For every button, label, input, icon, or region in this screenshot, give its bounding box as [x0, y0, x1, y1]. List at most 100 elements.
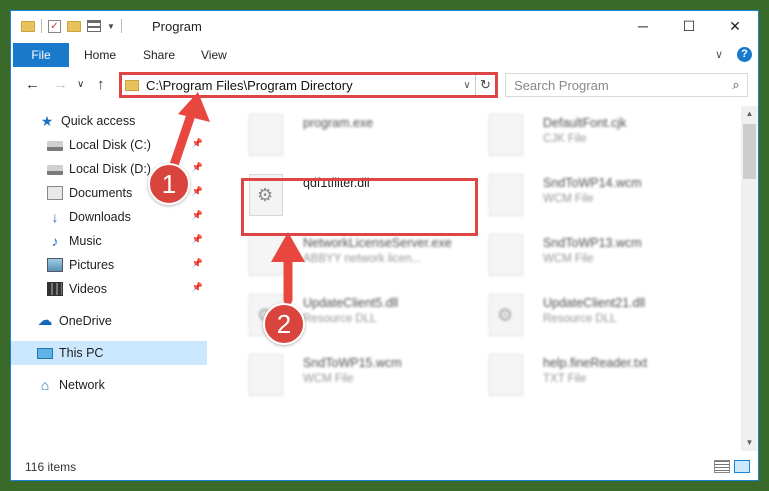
sidebar-item-label: This PC — [59, 346, 104, 360]
file-name: SndToWP14.wcm — [543, 176, 642, 190]
tab-view[interactable]: View — [201, 43, 227, 67]
pin-icon[interactable]: 📌 — [192, 186, 203, 197]
pin-icon[interactable]: 📌 — [192, 138, 203, 149]
sidebar-item-network[interactable]: ⌂ Network — [11, 373, 207, 397]
step-1-badge: 1 — [148, 163, 190, 205]
forward-button[interactable]: → — [53, 76, 68, 93]
sidebar-item-label: Quick access — [61, 114, 136, 128]
file-tile[interactable]: SndToWP14.wcm WCM File — [471, 170, 706, 228]
disk-icon — [47, 141, 63, 151]
address-path[interactable]: C:\Program Files\Program Directory — [146, 78, 459, 93]
downloads-icon: ↓ — [51, 209, 59, 225]
executable-file-icon — [249, 234, 283, 276]
pc-icon — [37, 347, 53, 359]
file-name: UpdateClient5.dll — [303, 296, 399, 310]
file-type: Resource DLL — [543, 313, 617, 325]
executable-file-icon — [249, 114, 283, 156]
new-folder-icon[interactable] — [67, 20, 81, 32]
title-bar: ✓ ▼ Program ─ ☐ ✕ — [11, 11, 758, 43]
sidebar-item-label: Music — [69, 234, 102, 248]
file-name: UpdateClient21.dll — [543, 296, 646, 310]
file-tile[interactable]: program.exe — [231, 110, 466, 168]
sidebar-item-videos[interactable]: Videos 📌 — [11, 277, 207, 301]
music-icon: ♪ — [51, 233, 59, 249]
file-name: program.exe — [303, 116, 374, 130]
tab-share[interactable]: Share — [143, 43, 175, 67]
folder-icon — [125, 79, 139, 91]
file-tile[interactable]: UpdateClient21.dll Resource DLL — [471, 290, 706, 348]
tab-home[interactable]: Home — [84, 43, 116, 67]
file-tile[interactable]: SndToWP13.wcm WCM File — [471, 230, 706, 288]
pin-icon[interactable]: 📌 — [192, 234, 203, 245]
sidebar-item-label: Pictures — [69, 258, 115, 272]
sidebar-item-label: Local Disk (C:) — [69, 138, 151, 152]
file-highlight-box — [241, 178, 478, 236]
sidebar-item-music[interactable]: ♪ Music 📌 — [11, 229, 207, 253]
scroll-up-icon[interactable]: ▲ — [741, 106, 758, 122]
file-tile[interactable]: SndToWP15.wcm WCM File — [231, 350, 466, 408]
file-name: SndToWP15.wcm — [303, 356, 402, 370]
network-icon: ⌂ — [40, 377, 50, 393]
expand-ribbon-chevron-icon[interactable]: ∨ — [715, 48, 723, 61]
sidebar-item-this-pc[interactable]: This PC — [11, 341, 207, 365]
back-button[interactable]: ← — [25, 76, 40, 93]
close-button[interactable]: ✕ — [712, 11, 758, 41]
address-dropdown-chevron-icon[interactable]: ∨ — [459, 80, 475, 91]
properties-check-icon[interactable]: ✓ — [48, 19, 61, 33]
minimize-button[interactable]: ─ — [620, 11, 666, 41]
file-icon — [489, 174, 523, 216]
file-name: DefaultFont.cjk — [543, 116, 627, 130]
pin-icon[interactable]: 📌 — [192, 162, 203, 173]
file-explorer-window: ✓ ▼ Program ─ ☐ ✕ File Home Share View ∨… — [10, 10, 759, 481]
ribbon-tabs: File Home Share View ∨ ? — [11, 43, 758, 67]
pin-icon[interactable]: 📌 — [192, 210, 203, 221]
file-type: WCM File — [543, 193, 594, 205]
large-icons-view-icon[interactable] — [734, 460, 750, 473]
text-file-icon — [489, 354, 523, 396]
ribbon-controls: ∨ ? — [715, 47, 752, 62]
scroll-down-icon[interactable]: ▼ — [741, 435, 758, 451]
view-switcher — [714, 460, 750, 473]
address-bar[interactable]: C:\Program Files\Program Directory ∨ ↻ — [119, 72, 498, 98]
sidebar-item-quick-access[interactable]: ★ Quick access — [11, 109, 207, 133]
sidebar-item-downloads[interactable]: ↓ Downloads 📌 — [11, 205, 207, 229]
tab-file[interactable]: File — [13, 43, 69, 67]
scroll-thumb[interactable] — [743, 124, 756, 179]
sidebar-item-label: Documents — [69, 186, 133, 200]
folder-icon — [21, 20, 35, 32]
sidebar-item-onedrive[interactable]: ☁ OneDrive — [11, 309, 207, 333]
search-box[interactable]: ⌕ — [505, 73, 748, 97]
sidebar-item-local-disk-c[interactable]: Local Disk (C:) 📌 — [11, 133, 207, 157]
properties-icon[interactable] — [87, 20, 101, 32]
cloud-icon: ☁ — [37, 312, 53, 329]
toolbar-divider — [41, 19, 42, 33]
help-icon[interactable]: ? — [737, 47, 752, 62]
search-icon[interactable]: ⌕ — [725, 77, 747, 93]
up-button[interactable]: ↑ — [97, 76, 105, 93]
file-name: help.fineReader.txt — [543, 356, 648, 370]
documents-icon — [47, 186, 63, 200]
maximize-button[interactable]: ☐ — [666, 11, 712, 41]
customize-toolbar-chevron-icon[interactable]: ▼ — [107, 22, 115, 31]
vertical-scrollbar[interactable]: ▲ ▼ — [741, 106, 758, 451]
status-bar: 116 items — [11, 454, 758, 480]
search-input[interactable] — [514, 77, 725, 93]
file-list: program.exe qdf1tfilter.dll NetworkLicen… — [219, 106, 738, 451]
refresh-button[interactable]: ↻ — [475, 75, 495, 95]
file-icon — [489, 234, 523, 276]
pin-icon[interactable]: 📌 — [192, 258, 203, 269]
file-type: ABBYY network licen... — [303, 253, 422, 265]
pin-icon[interactable]: 📌 — [192, 282, 203, 293]
sidebar-item-pictures[interactable]: Pictures 📌 — [11, 253, 207, 277]
toolbar-divider — [120, 19, 122, 33]
file-tile[interactable]: help.fineReader.txt TXT File — [471, 350, 706, 408]
sidebar-item-label: Videos — [69, 282, 107, 296]
navigation-pane: ★ Quick access Local Disk (C:) 📌 Local D… — [11, 106, 207, 451]
file-type: CJK File — [543, 133, 587, 145]
file-tile[interactable]: DefaultFont.cjk CJK File — [471, 110, 706, 168]
details-view-icon[interactable] — [714, 460, 730, 473]
window-title: Program — [152, 19, 202, 34]
file-name: NetworkLicenseServer.exe — [303, 236, 452, 250]
recent-locations-chevron-icon[interactable]: ∨ — [77, 79, 84, 90]
file-tile[interactable]: NetworkLicenseServer.exe ABBYY network l… — [231, 230, 466, 288]
